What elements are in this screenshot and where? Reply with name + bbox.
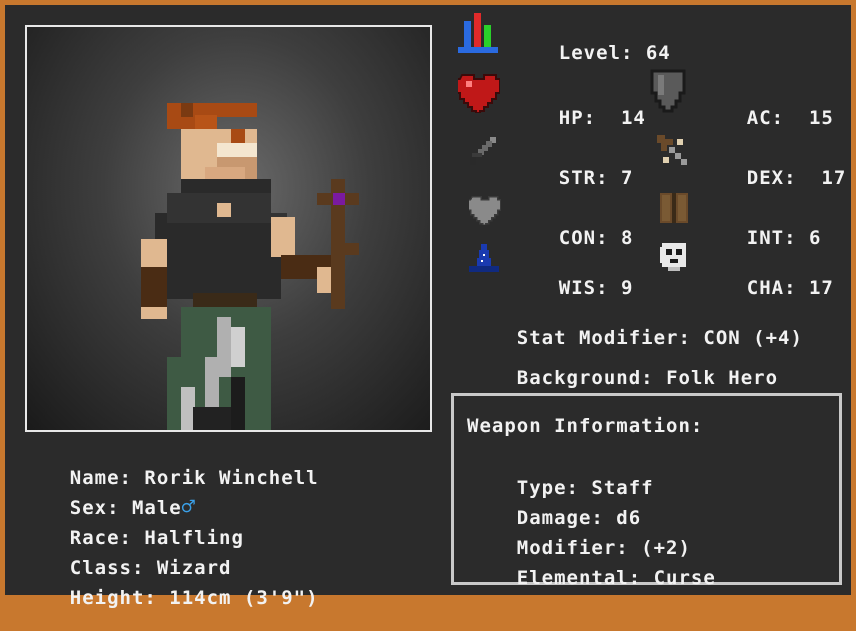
level-value: 64	[645, 42, 671, 64]
str-value: 7	[620, 167, 634, 189]
height-label: Height:	[69, 587, 157, 609]
level-bars-icon	[458, 13, 498, 53]
heart-icon	[458, 74, 500, 113]
weapon-elemental-label: Elemental:	[516, 567, 642, 589]
weapon-elemental-value: Curse	[653, 567, 716, 589]
background-label: Background:	[516, 367, 654, 389]
dex-row: DEX: 17	[697, 145, 846, 211]
hp-label: HP:	[558, 107, 597, 129]
dex-value: 17	[821, 167, 847, 189]
character-card: Level: 64 HP: 14 AC: 15 STR: 7 DEX: 17 C…	[5, 5, 851, 609]
grey-heart-icon	[469, 195, 501, 225]
int-value: 6	[808, 227, 822, 249]
wizard-hat-icon	[469, 244, 499, 272]
ac-value: 15	[808, 107, 834, 129]
con-label: CON:	[558, 227, 609, 249]
weapon-elemental-row: Elemental: Curse	[467, 545, 716, 611]
book-icon	[660, 193, 688, 223]
cha-label: CHA:	[746, 277, 797, 299]
character-sprite	[141, 103, 359, 430]
level-row: Level: 64	[509, 20, 671, 86]
hp-row: HP: 14	[509, 85, 646, 151]
background-value: Folk Hero	[666, 367, 779, 389]
shield-icon	[650, 69, 686, 113]
sword-icon	[470, 137, 496, 165]
mask-icon	[660, 243, 686, 271]
con-value: 8	[620, 227, 634, 249]
ac-row: AC: 15	[697, 85, 834, 151]
cha-value: 17	[808, 277, 834, 299]
dex-label: DEX:	[746, 167, 797, 189]
wis-value: 9	[620, 277, 634, 299]
str-row: STR: 7	[509, 145, 633, 211]
hp-value: 14	[620, 107, 646, 129]
bow-icon	[657, 135, 687, 165]
height-row: Height: 114cm (3'9")	[20, 565, 319, 631]
str-label: STR:	[558, 167, 609, 189]
wis-label: WIS:	[558, 277, 609, 299]
int-label: INT:	[746, 227, 797, 249]
height-value: 114cm (3'9")	[169, 587, 319, 609]
level-label: Level:	[558, 42, 634, 64]
ac-label: AC:	[746, 107, 785, 129]
character-portrait	[25, 25, 432, 432]
weapon-title: Weapon Information:	[467, 415, 704, 437]
